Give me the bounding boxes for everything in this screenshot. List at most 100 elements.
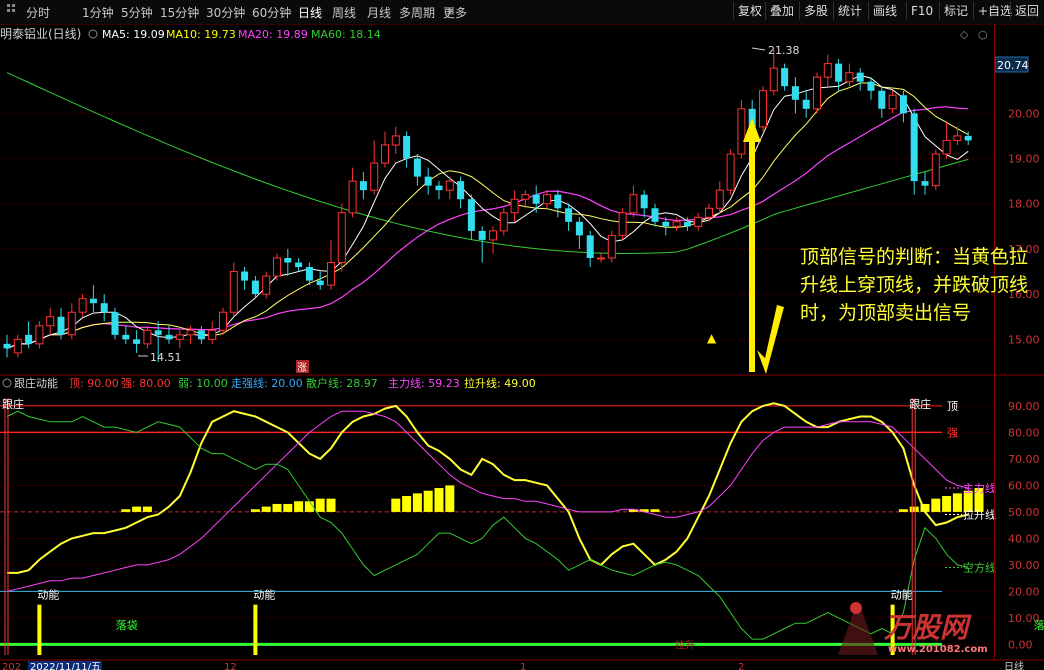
price-tick-label: 19.00 <box>1008 153 1040 166</box>
candle-body-down <box>435 185 443 191</box>
indicator-param-label: 主力线: 59.23 <box>388 376 460 390</box>
candle-body-down <box>802 99 810 109</box>
dongneng-label: 动能 <box>37 588 59 602</box>
candle-body-down <box>921 181 929 186</box>
candle-body-up <box>931 153 940 187</box>
candle-body-up <box>823 63 832 78</box>
lasheng-bar <box>283 503 293 512</box>
candle-body-up <box>629 194 638 214</box>
candle-body-up <box>219 311 227 331</box>
lasheng-bar <box>326 498 336 512</box>
candle-body-down <box>413 158 421 177</box>
ma-legend-label: MA20: 19.89 <box>238 28 308 41</box>
status-date: 2022/11/11/五 <box>30 662 101 670</box>
status-tick: 1 <box>520 662 526 670</box>
candle-body-up <box>13 338 22 354</box>
lasheng-bar <box>272 503 282 512</box>
candle-body-down <box>133 339 141 344</box>
top-line-label: 顶 <box>947 400 958 413</box>
candle-body-down <box>651 208 659 222</box>
candle-body-up <box>229 271 238 313</box>
lasheng-bar <box>909 506 919 512</box>
lasheng-bar <box>315 498 325 512</box>
candle-body-down <box>89 298 97 304</box>
candle-body-up <box>942 139 951 155</box>
candle-body-down <box>565 208 573 222</box>
lasheng-bar <box>952 493 962 512</box>
indicator-param-label: 走强线: 20.00 <box>231 376 303 390</box>
candle-body-down <box>3 343 11 349</box>
indicator-name: 跟庄动能 <box>14 376 58 390</box>
candle-body-down <box>835 63 843 82</box>
lasheng-bar <box>650 509 660 512</box>
lasheng-bar <box>391 498 401 512</box>
candle-body-up <box>273 257 281 277</box>
indicator-param-label: 强: 80.00 <box>121 377 171 390</box>
price-tick-label: 20.00 <box>1008 107 1040 120</box>
indicator-tick-label: 40.00 <box>1008 532 1040 545</box>
genzhuang-label: 跟庄 <box>2 397 24 411</box>
watermark-logo-dot <box>850 602 862 614</box>
ma-legend-label: MA60: 18.14 <box>311 28 381 41</box>
candle-body-up <box>845 72 854 83</box>
top-signal-annotation: 顶部信号的判断：当黄色拉升线上穿顶线，并跌破顶线时，为顶部卖出信号 <box>800 246 1029 324</box>
candle-body-up <box>208 329 217 340</box>
lasheng-bar <box>942 496 952 512</box>
candle-body-down <box>856 72 864 82</box>
indicator-param-label: 拉升线: 49.00 <box>464 376 536 390</box>
candle-body-up <box>726 153 735 191</box>
candle-body-down <box>586 235 594 258</box>
low-label: 14.51 <box>150 351 182 364</box>
price-tick-label: 18.00 <box>1008 198 1040 211</box>
candle-body-up <box>391 135 400 146</box>
candle-body-down <box>305 267 313 281</box>
candle-body-down <box>197 330 205 340</box>
dongneng-bar <box>253 604 258 655</box>
candle-body-up <box>186 329 195 336</box>
candle-body-up <box>35 325 44 345</box>
lasheng-bar <box>931 498 941 512</box>
candle-body-up <box>694 216 703 227</box>
status-tick: 12 <box>224 662 237 670</box>
candle-body-up <box>618 212 627 236</box>
candle-body-up <box>543 194 551 205</box>
candle-body-down <box>316 280 324 286</box>
indicator-tick-label: 30.00 <box>1008 559 1040 572</box>
status-period: 日线 <box>1004 660 1024 670</box>
candle-body-up <box>597 257 605 260</box>
ma-legend-label: MA10: 19.73 <box>166 28 236 41</box>
candle-body-down <box>478 230 486 240</box>
candle-body-up <box>769 67 778 92</box>
candle-body-up <box>175 334 184 340</box>
candle-body-down <box>662 221 670 227</box>
candle-body-down <box>122 334 130 340</box>
candle-body-up <box>521 194 530 200</box>
lasheng-bar <box>434 488 444 512</box>
candle-body-down <box>241 271 249 281</box>
lasheng-bar <box>294 501 304 512</box>
close-panel-icon: ○ <box>978 28 988 41</box>
candle-body-up <box>888 94 897 110</box>
candle-body-up <box>499 212 508 232</box>
indicator-tick-label: 20.00 <box>1008 585 1040 598</box>
indicator-tick-label: 0.00 <box>1008 638 1033 651</box>
price-badge: 20.74 <box>997 59 1029 72</box>
candle-body-down <box>100 303 108 313</box>
candle-body-up <box>607 234 616 259</box>
lasheng-bar <box>142 506 152 512</box>
candle-body-down <box>25 334 33 344</box>
indicator-param-label: 弱: 10.00 <box>178 377 228 390</box>
hidden-lasheng-label: 拉升 <box>675 638 695 651</box>
indicator-tick-label: 90.00 <box>1008 400 1040 413</box>
indicator-tick-label: 80.00 <box>1008 426 1040 439</box>
lasheng-bar <box>132 506 142 512</box>
lasheng-bar <box>402 496 412 512</box>
candle-body-up <box>489 230 497 241</box>
diamond-icon: ◇ <box>960 28 969 41</box>
candle-body-up <box>813 76 821 110</box>
candle-body-down <box>532 194 540 204</box>
indicator-tick-label: 50.00 <box>1008 506 1040 519</box>
candle-body-up <box>715 189 724 209</box>
candle-body-down <box>359 181 367 191</box>
candle-body-down <box>899 95 907 114</box>
